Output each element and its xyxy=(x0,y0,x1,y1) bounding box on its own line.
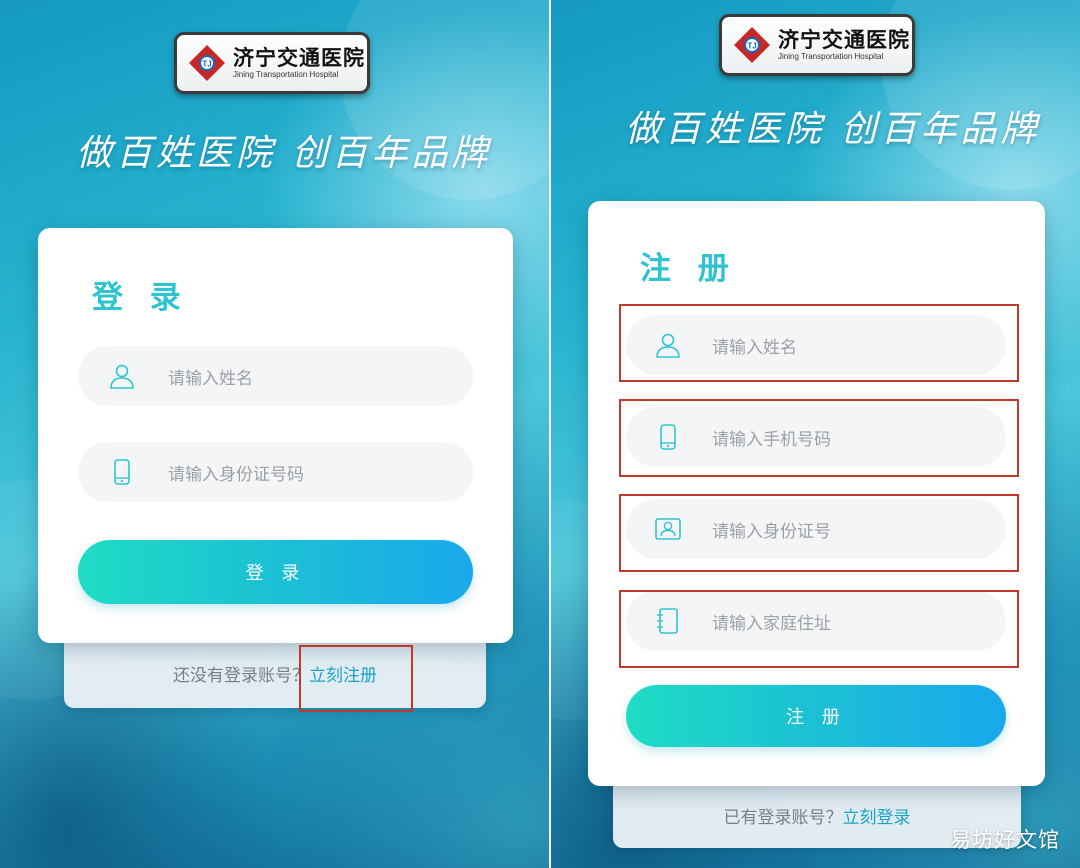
hospital-name-en: Jining Transportation Hospital xyxy=(778,51,884,61)
svg-text:TJ: TJ xyxy=(202,60,211,69)
hospital-logo: TJ 济宁交通医院 Jining Transportation Hospital xyxy=(719,14,915,76)
register-card: 注 册 请输入姓名 请输入手机号码 请输入身份证号 请输入家庭住址 注 册 xyxy=(588,201,1045,786)
login-title: 登 录 xyxy=(92,280,189,316)
slogan: 做百姓医院 创百年品牌 xyxy=(76,133,492,174)
name-placeholder: 请输入姓名 xyxy=(168,368,253,389)
register-name-placeholder: 请输入姓名 xyxy=(712,337,797,358)
register-phone-input[interactable]: 请输入手机号码 xyxy=(626,407,1006,467)
hospital-name-cn: 济宁交通医院 xyxy=(233,45,365,70)
hospital-logo-icon: TJ xyxy=(734,27,770,63)
register-button[interactable]: 注 册 xyxy=(626,685,1006,747)
register-address-placeholder: 请输入家庭住址 xyxy=(712,613,831,634)
slogan: 做百姓医院 创百年品牌 xyxy=(625,109,1041,150)
id-number-input[interactable]: 请输入身份证号码 xyxy=(78,442,473,502)
hospital-name-cn: 济宁交通医院 xyxy=(778,27,910,52)
hospital-name-en: Jining Transportation Hospital xyxy=(233,69,339,79)
name-input[interactable]: 请输入姓名 xyxy=(78,346,473,406)
register-title: 注 册 xyxy=(640,251,737,287)
watermark: 易坊好文馆 xyxy=(950,828,1060,852)
hospital-logo: TJ 济宁交通医院 Jining Transportation Hospital xyxy=(174,32,370,94)
address-book-icon xyxy=(657,608,678,634)
login-button[interactable]: 登 录 xyxy=(78,540,473,604)
login-footer-prompt: 还没有登录账号？ xyxy=(173,666,309,686)
login-card: 登 录 请输入姓名 请输入身份证号码 登 录 xyxy=(38,228,513,643)
svg-text:TJ: TJ xyxy=(747,42,756,51)
phone-icon xyxy=(114,459,130,485)
login-now-link[interactable]: 立刻登录 xyxy=(843,803,911,828)
register-phone-placeholder: 请输入手机号码 xyxy=(712,429,831,450)
hospital-logo-icon: TJ xyxy=(189,45,225,81)
user-icon xyxy=(110,364,134,389)
register-screen: TJ 济宁交通医院 Jining Transportation Hospital… xyxy=(551,0,1080,868)
register-address-input[interactable]: 请输入家庭住址 xyxy=(626,591,1006,651)
id-number-placeholder: 请输入身份证号码 xyxy=(168,464,304,485)
phone-icon xyxy=(660,424,676,450)
register-footer-prompt: 已有登录账号？ xyxy=(723,808,843,828)
login-screen: TJ 济宁交通医院 Jining Transportation Hospital… xyxy=(0,0,549,868)
register-id-placeholder: 请输入身份证号 xyxy=(712,521,831,542)
register-name-input[interactable]: 请输入姓名 xyxy=(626,315,1006,375)
id-card-icon xyxy=(655,518,681,540)
register-now-link[interactable]: 立刻注册 xyxy=(309,661,377,686)
user-icon xyxy=(656,333,680,358)
register-id-input[interactable]: 请输入身份证号 xyxy=(626,499,1006,559)
